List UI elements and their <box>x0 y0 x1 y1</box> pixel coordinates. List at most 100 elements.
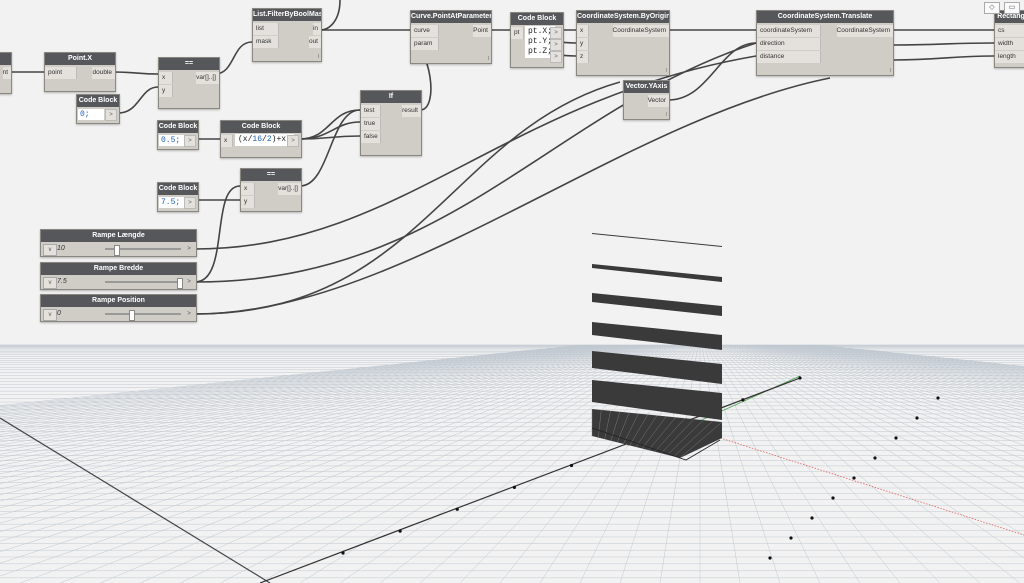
ramp-point <box>341 551 345 555</box>
input-port-point[interactable]: point <box>45 67 77 79</box>
node-title: Code Block <box>221 121 301 133</box>
code-value[interactable]: 0.5; <box>159 135 185 146</box>
graph-view-icon[interactable]: ▭ <box>1004 2 1020 14</box>
input-port-x[interactable]: x <box>577 25 589 37</box>
input-port-param[interactable]: param <box>411 38 439 50</box>
output-port[interactable]: > <box>184 197 196 209</box>
code-block-point-coords[interactable]: Code Block pt pt.X; pt.Y; pt.Z; > > > <box>510 12 564 68</box>
input-port-y[interactable]: y <box>159 85 173 97</box>
input-port-true[interactable]: true <box>361 118 381 130</box>
input-port-x[interactable]: x <box>221 135 233 147</box>
if-node[interactable]: If test true false result <box>360 90 422 156</box>
input-port-direction[interactable]: direction <box>757 38 821 50</box>
curve-point-at-parameter-node[interactable]: Curve.PointAtParameter curve param Point… <box>410 10 492 64</box>
side-point <box>810 516 814 520</box>
code-value[interactable]: 0; <box>78 109 104 120</box>
input-port-test[interactable]: test <box>361 105 381 117</box>
output-port-y[interactable]: > <box>550 39 562 51</box>
code-editor[interactable]: (x/16/2)+x; <box>235 134 294 146</box>
code-block-0[interactable]: Code Block 0; > <box>76 94 120 124</box>
output-port-out[interactable]: out <box>308 36 321 48</box>
output-port[interactable]: > <box>184 277 194 287</box>
point-x-node[interactable]: Point.X point double <box>44 52 116 92</box>
output-port[interactable]: var[]..[] <box>196 72 219 84</box>
3d-view-icon[interactable]: ◇ <box>984 2 1000 14</box>
output-port-coordinate-system[interactable]: CoordinateSystem <box>612 25 669 37</box>
rectangle-node[interactable]: Rectangl cs width length <box>994 10 1024 68</box>
slider-rampe-bredde[interactable]: Rampe Bredde v 7.5 > <box>40 262 197 290</box>
output-port[interactable]: > <box>105 109 117 121</box>
ramp-point <box>398 529 402 533</box>
input-port-list[interactable]: list <box>253 23 279 35</box>
slider-track[interactable] <box>105 281 181 283</box>
side-point <box>873 456 877 460</box>
output-port-x[interactable]: > <box>550 27 562 39</box>
output-port[interactable]: > <box>184 135 196 147</box>
input-port-cs[interactable]: cs <box>995 25 1024 37</box>
ramp-point <box>455 507 459 511</box>
code-block-0-5[interactable]: Code Block 0.5; > <box>157 120 199 150</box>
output-port-result[interactable]: result <box>402 105 421 117</box>
side-point <box>768 556 772 560</box>
3d-viewport[interactable] <box>0 0 1024 583</box>
chevron-down-icon[interactable]: v <box>43 244 57 256</box>
input-port-y[interactable]: y <box>577 38 589 50</box>
lacing-mark: l <box>487 56 489 62</box>
slider-track[interactable] <box>105 313 181 315</box>
node-title: == <box>241 169 301 181</box>
input-port-x[interactable]: x <box>159 72 173 84</box>
input-port-curve[interactable]: curve <box>411 25 439 37</box>
output-port-in[interactable]: in <box>312 23 321 35</box>
node-title: CoordinateSystem.Translate <box>757 11 893 23</box>
side-point <box>789 536 793 540</box>
equals-node-2[interactable]: == x y var[]..[] <box>240 168 302 212</box>
input-port-x[interactable]: x <box>241 183 255 195</box>
vector-y-axis-node[interactable]: Vector.YAxis Vector l <box>623 80 670 120</box>
input-port-z[interactable]: z <box>577 51 589 63</box>
code-block-expression[interactable]: Code Block x (x/16/2)+x; > <box>220 120 302 158</box>
equals-node-1[interactable]: == x y var[]..[] <box>158 57 220 109</box>
slider-thumb[interactable] <box>128 310 135 321</box>
partial-node-left[interactable]: nt <box>0 52 12 94</box>
coordinate-system-translate-node[interactable]: CoordinateSystem.Translate coordinateSys… <box>756 10 894 76</box>
output-port-coordinate-system[interactable]: CoordinateSystem <box>836 25 893 37</box>
slider-rampe-position[interactable]: Rampe Position v 0 > <box>40 294 197 322</box>
output-port-z[interactable]: > <box>550 51 562 63</box>
input-port-distance[interactable]: distance <box>757 51 821 63</box>
lacing-mark: l <box>665 68 667 74</box>
input-port-length[interactable]: length <box>995 51 1024 63</box>
output-port-double[interactable]: double <box>92 67 115 79</box>
output-port[interactable]: > <box>184 244 194 254</box>
chevron-down-icon[interactable]: v <box>43 277 57 289</box>
side-point <box>852 476 856 480</box>
code-block-7-5[interactable]: Code Block 7.5; > <box>157 182 199 212</box>
side-point <box>915 416 919 420</box>
side-point <box>831 496 835 500</box>
slider-thumb[interactable] <box>114 245 121 256</box>
slider-title: Rampe Bredde <box>41 263 196 275</box>
slider-rampe-laengde[interactable]: Rampe Længde v 10 > <box>40 229 197 257</box>
node-title: Curve.PointAtParameter <box>411 11 491 23</box>
code-value[interactable]: 7.5; <box>159 197 185 208</box>
node-title: Code Block <box>77 95 119 107</box>
side-point <box>936 396 940 400</box>
node-title: Point.X <box>45 53 115 65</box>
input-port-false[interactable]: false <box>361 131 381 143</box>
input-port-pt[interactable]: pt <box>511 27 524 39</box>
output-port[interactable]: > <box>184 309 194 319</box>
chevron-down-icon[interactable]: v <box>43 309 57 321</box>
input-port-y[interactable]: y <box>241 196 255 208</box>
output-port[interactable]: nt <box>2 67 11 79</box>
input-port-mask[interactable]: mask <box>253 36 279 48</box>
output-port[interactable]: > <box>287 135 299 147</box>
output-port-point[interactable]: Point <box>473 25 491 37</box>
output-port[interactable]: var[]..[] <box>278 183 301 195</box>
output-port-vector[interactable]: Vector <box>647 95 669 107</box>
lacing-mark: l <box>665 112 667 118</box>
slider-title: Rampe Position <box>41 295 196 307</box>
input-port-width[interactable]: width <box>995 38 1024 50</box>
input-port-coordinate-system[interactable]: coordinateSystem <box>757 25 821 37</box>
slider-thumb[interactable] <box>177 278 183 289</box>
list-filter-node[interactable]: List.FilterByBoolMask list mask in out l <box>252 8 322 62</box>
coordinate-system-by-origin-node[interactable]: CoordinateSystem.ByOrigin x y z Coordina… <box>576 10 670 76</box>
